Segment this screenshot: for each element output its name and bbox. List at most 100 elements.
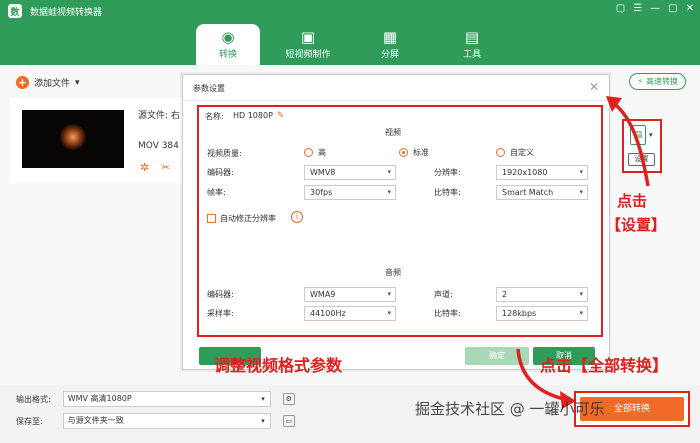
chevron-down-icon: ▾: [387, 168, 391, 176]
format-edit-icon[interactable]: ⚙: [282, 393, 295, 405]
short-video-icon: ▣: [300, 28, 316, 46]
annotation-click: 点击: [617, 192, 648, 210]
resolution-value: 1920x1080: [502, 168, 548, 177]
channel-label: 声道:: [434, 290, 453, 299]
chevron-down-icon: ▾: [579, 188, 583, 196]
save-to-row: 保存至: 与源文件夹一致 ▾ ▭: [16, 413, 295, 429]
quality-high-label: 高: [318, 148, 326, 157]
toolbox-icon: ▤: [464, 28, 480, 46]
fast-convert-label: 高速转换: [646, 77, 678, 86]
plus-icon: +: [16, 76, 29, 89]
dialog-header: 参数设置 ✕: [183, 75, 609, 101]
framerate-label: 帧率:: [207, 188, 226, 197]
tab-tools[interactable]: ▤ 工具: [440, 24, 504, 65]
minimize-icon[interactable]: —: [650, 3, 660, 14]
channel-select[interactable]: 2 ▾: [496, 287, 588, 302]
tab-split-screen-label: 分屏: [380, 50, 399, 60]
audio-encoder-label: 编码器:: [207, 290, 234, 299]
dialog-title: 参数设置: [193, 84, 225, 93]
add-file-label: 添加文件: [34, 79, 71, 89]
chevron-down-icon: ▾: [261, 395, 265, 403]
annotation-settings: 【设置】: [606, 216, 667, 234]
framerate-value: 30fps: [310, 188, 333, 197]
parameter-settings-dialog: 参数设置 ✕ 名称: HD 1080P ✎ 视频 视频质量: 高 标准 自定义 编…: [182, 74, 610, 370]
framerate-select[interactable]: 30fps ▾: [304, 185, 396, 200]
tab-short-video-label: 短视频制作: [285, 50, 331, 60]
chevron-down-icon: ▾: [579, 290, 583, 298]
audio-bitrate-label: 比特率:: [434, 309, 461, 318]
main-tabbar: ◉ 转换 ▣ 短视频制作 ▦ 分屏 ▤ 工具: [0, 22, 700, 65]
split-screen-icon: ▦: [382, 28, 398, 46]
pencil-icon[interactable]: ✎: [277, 111, 285, 121]
info-icon[interactable]: i: [291, 211, 303, 223]
samplerate-label: 采样率:: [207, 309, 234, 318]
output-format-row: 输出格式: WMV 高清1080P ▾ ⚙: [16, 391, 295, 407]
video-section-title: 视频: [385, 128, 401, 137]
app-title: 数据蛙视频转换器: [30, 7, 103, 18]
lightning-icon: ⚡: [637, 77, 643, 86]
preset-name-text: HD 1080P: [233, 111, 273, 120]
resolution-select[interactable]: 1920x1080 ▾: [496, 165, 588, 180]
save-to-label: 保存至:: [16, 416, 43, 426]
chevron-down-icon: ▾: [387, 290, 391, 298]
tab-tools-label: 工具: [462, 50, 481, 60]
close-icon[interactable]: ✕: [686, 3, 694, 14]
file-format-label: MOV 384: [138, 141, 179, 151]
audio-bitrate-value: 128kbps: [502, 309, 537, 318]
parameter-highlight-box: 名称: HD 1080P ✎ 视频 视频质量: 高 标准 自定义 编码器: WMV…: [197, 105, 603, 337]
radio-dot[interactable]: [496, 148, 505, 157]
preset-name-value[interactable]: HD 1080P ✎: [233, 111, 284, 121]
chevron-down-icon: ▾: [387, 309, 391, 317]
video-encoder-label: 编码器:: [207, 168, 234, 177]
save-to-select[interactable]: 与源文件夹一致 ▾: [62, 413, 271, 429]
thumbnail-glow: [60, 124, 86, 150]
maximize-icon[interactable]: ▢: [668, 3, 677, 14]
radio-dot[interactable]: [304, 148, 313, 157]
tab-split-screen[interactable]: ▦ 分屏: [358, 24, 422, 65]
menu-icon[interactable]: ☰: [633, 3, 642, 14]
output-format-value: WMV 高清1080P: [67, 394, 132, 403]
video-encoder-select[interactable]: WMV8 ▾: [304, 165, 396, 180]
chevron-down-icon[interactable]: ▾: [75, 78, 80, 88]
quality-radio-standard[interactable]: 标准: [399, 147, 429, 158]
video-quality-label: 视频质量:: [207, 149, 242, 158]
video-bitrate-label: 比特率:: [434, 188, 461, 197]
quality-custom-label: 自定义: [510, 148, 534, 157]
audio-encoder-value: WMA9: [310, 290, 336, 299]
source-file-label: 源文件: 右: [138, 111, 180, 121]
checkbox-box[interactable]: [207, 214, 216, 223]
window-controls: ▢ ☰ — ▢ ✕: [616, 3, 694, 14]
effects-icon[interactable]: ✲: [140, 161, 149, 174]
chevron-down-icon: ▾: [579, 168, 583, 176]
dialog-close-icon[interactable]: ✕: [589, 80, 599, 94]
arrow-to-settings: [606, 96, 650, 187]
quality-radio-custom[interactable]: 自定义: [496, 147, 534, 158]
channel-value: 2: [502, 290, 508, 299]
radio-dot-selected[interactable]: [399, 148, 408, 157]
tab-convert[interactable]: ◉ 转换: [196, 24, 260, 65]
quality-radio-high[interactable]: 高: [304, 147, 326, 158]
save-to-value: 与源文件夹一致: [67, 416, 124, 425]
audio-section-title: 音频: [385, 268, 401, 277]
folder-icon[interactable]: ▭: [282, 415, 295, 427]
annotation-adjust-params: 调整视频格式参数: [214, 356, 343, 375]
samplerate-select[interactable]: 44100Hz ▾: [304, 306, 396, 321]
audio-encoder-select[interactable]: WMA9 ▾: [304, 287, 396, 302]
video-thumbnail[interactable]: [22, 110, 124, 168]
chevron-down-icon: ▾: [579, 309, 583, 317]
tab-short-video[interactable]: ▣ 短视频制作: [276, 24, 340, 65]
add-file-button[interactable]: + 添加文件 ▾: [16, 76, 80, 89]
audio-bitrate-select[interactable]: 128kbps ▾: [496, 306, 588, 321]
app-logo-icon: 数: [8, 4, 22, 18]
scissors-icon[interactable]: ✂: [161, 161, 170, 174]
samplerate-value: 44100Hz: [310, 309, 346, 318]
video-bitrate-select[interactable]: Smart Match ▾: [496, 185, 588, 200]
video-encoder-value: WMV8: [310, 168, 336, 177]
chevron-down-icon: ▾: [387, 188, 391, 196]
auto-fix-resolution-checkbox[interactable]: 自动修正分辨率: [207, 213, 276, 224]
auto-fix-label: 自动修正分辨率: [220, 214, 276, 223]
fast-convert-button[interactable]: ⚡ 高速转换: [629, 73, 686, 90]
output-format-select[interactable]: WMV 高清1080P ▾: [62, 391, 271, 407]
feedback-icon[interactable]: ▢: [616, 3, 625, 14]
tab-convert-label: 转换: [218, 50, 237, 60]
